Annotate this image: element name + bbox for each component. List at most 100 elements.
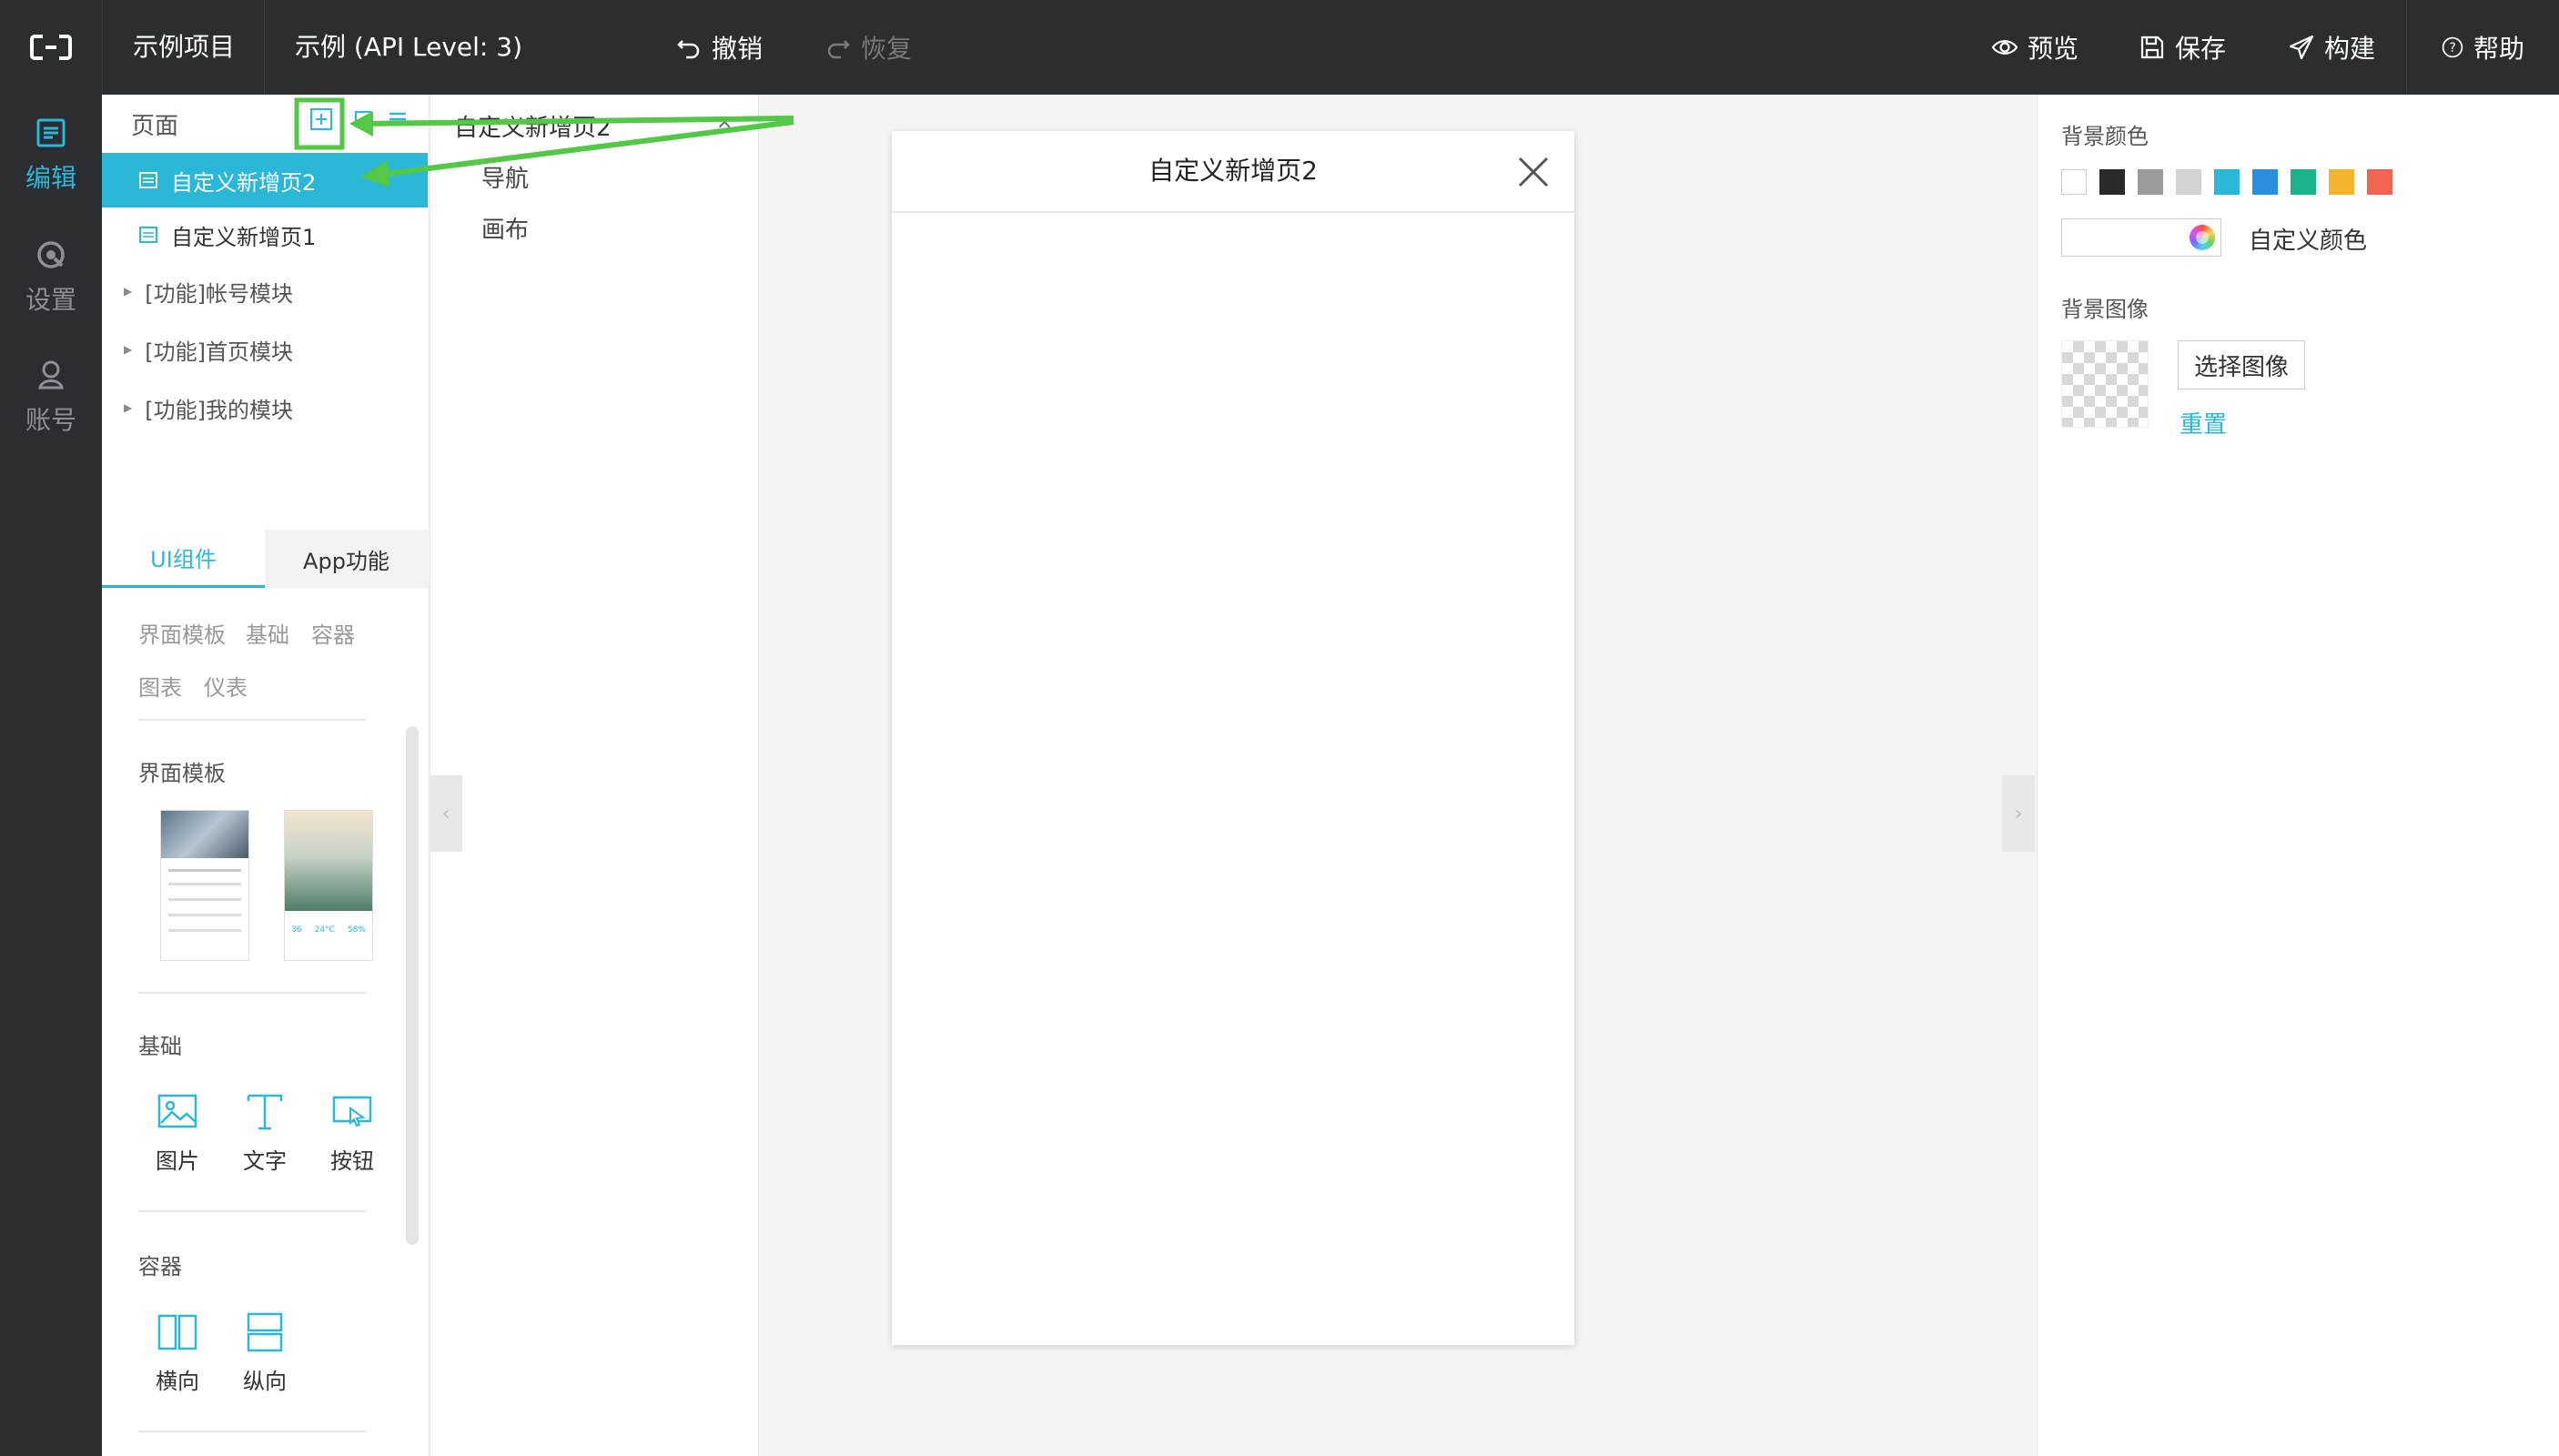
nav-label-account: 账号 (25, 405, 76, 435)
help-label: 帮助 (2473, 34, 2525, 64)
template-thumb-weather[interactable]: 36 24°C 58% (284, 810, 373, 961)
component-label: 图片 (156, 1148, 199, 1174)
custom-color-input[interactable] (2061, 218, 2221, 257)
copy-icon (355, 111, 371, 127)
pages-panel: 页面 自定义新增页2 自定义新增页1 ▶ [功能]帐号模块 ▶ [功能]首页模块… (102, 95, 428, 1456)
custom-color-label: 自定义颜色 (2249, 228, 2368, 255)
redo-label: 恢复 (861, 34, 913, 64)
nav-label-settings: 设置 (25, 285, 76, 315)
nav-item-settings[interactable]: 设置 (0, 238, 102, 317)
page-item-custom-1[interactable]: 自定义新增页1 (102, 207, 428, 262)
page-menu-button[interactable] (386, 107, 410, 131)
text-icon (247, 1094, 283, 1130)
app-title: 示例 (API Level: 3) (295, 32, 523, 62)
bg-image-label: 背景图像 (2061, 297, 2149, 322)
component-label: 纵向 (243, 1369, 287, 1394)
edit-icon (36, 118, 66, 147)
save-label: 保存 (2175, 34, 2227, 64)
preview-button[interactable]: 预览 (1991, 0, 2079, 95)
top-toolbar: 示例项目 示例 (API Level: 3) 撤销 恢复 预览 保存 构建 ? … (0, 0, 2559, 95)
color-swatch[interactable] (2176, 169, 2201, 195)
account-icon (38, 360, 64, 389)
outline-panel: 自定义新增页2 × 导航 画布 (430, 95, 759, 1456)
section-title-templates: 界面模板 (138, 761, 226, 786)
add-page-button[interactable] (308, 106, 335, 133)
page-group-label: [功能]我的模块 (145, 397, 293, 423)
component-label: 横向 (156, 1369, 199, 1394)
expand-arrow-icon: ▶ (124, 343, 133, 356)
svg-text:?: ? (2449, 41, 2455, 56)
choose-image-button[interactable]: 选择图像 (2178, 340, 2305, 389)
build-label: 构建 (2324, 34, 2376, 64)
component-label: 按钮 (330, 1148, 374, 1174)
page-item-custom-2[interactable]: 自定义新增页2 (102, 153, 428, 207)
component-scrollbar[interactable] (406, 726, 419, 1245)
color-swatch[interactable] (2252, 169, 2278, 195)
page-group-home[interactable]: ▶ [功能]首页模块 (124, 322, 293, 377)
phone-canvas[interactable]: 自定义新增页2 (892, 131, 1574, 1345)
component-tabs: UI组件 App功能 (102, 530, 428, 588)
save-button[interactable]: 保存 (2139, 0, 2226, 95)
logo-icon[interactable] (0, 0, 103, 95)
color-swatch[interactable] (2329, 169, 2354, 195)
page-group-label: [功能]首页模块 (145, 339, 293, 365)
component-horizontal[interactable]: 横向 (146, 1310, 209, 1395)
bg-image-preview (2061, 340, 2149, 428)
category-gauges[interactable]: 仪表 (204, 670, 248, 702)
undo-button[interactable]: 撤销 (675, 0, 763, 95)
help-button[interactable]: ? 帮助 (2441, 0, 2524, 95)
category-charts[interactable]: 图表 (138, 670, 182, 702)
collapse-left-handle[interactable]: ‹ (430, 775, 462, 852)
paper-plane-icon (2289, 35, 2314, 60)
copy-page-button[interactable] (351, 107, 375, 131)
build-button[interactable]: 构建 (2288, 0, 2375, 95)
collapse-right-handle[interactable]: › (2002, 775, 2035, 852)
image-icon (157, 1094, 197, 1128)
tab-app-features[interactable]: App功能 (265, 530, 428, 588)
preview-label: 预览 (2028, 34, 2079, 64)
chevron-left-icon: ‹ (441, 802, 450, 825)
page-icon (139, 172, 157, 188)
color-swatch[interactable] (2214, 169, 2240, 195)
nav-item-account[interactable]: 账号 (0, 359, 102, 437)
color-wheel-icon[interactable] (2190, 225, 2215, 250)
eye-icon (1991, 40, 2018, 55)
outline-tab-title[interactable]: 自定义新增页2 (454, 109, 612, 143)
page-group-mine[interactable]: ▶ [功能]我的模块 (124, 380, 293, 435)
vertical-layout-icon (247, 1312, 283, 1352)
page-group-account[interactable]: ▶ [功能]帐号模块 (124, 264, 293, 318)
redo-button[interactable]: 恢复 (824, 0, 912, 95)
page-group-label: [功能]帐号模块 (145, 280, 293, 307)
color-swatch[interactable] (2291, 169, 2316, 195)
component-vertical[interactable]: 纵向 (233, 1310, 297, 1395)
properties-panel: 背景颜色 自定义颜色 背景图像 选择图像 重置 (2037, 95, 2559, 1456)
section-title-container: 容器 (138, 1254, 182, 1279)
list-icon (389, 112, 406, 126)
color-swatch[interactable] (2061, 169, 2087, 195)
reset-link[interactable]: 重置 (2180, 406, 2227, 440)
component-image[interactable]: 图片 (146, 1090, 209, 1175)
color-swatch[interactable] (2138, 169, 2163, 195)
redo-icon (827, 40, 850, 59)
template-thumb-settings[interactable] (160, 810, 249, 961)
color-swatch[interactable] (2099, 169, 2125, 195)
outline-item-canvas[interactable]: 画布 (481, 211, 529, 245)
component-text[interactable]: 文字 (233, 1090, 297, 1175)
component-button[interactable]: 按钮 (320, 1090, 384, 1175)
outline-item-nav[interactable]: 导航 (481, 160, 529, 194)
save-icon (2140, 35, 2164, 59)
project-name[interactable]: 示例项目 (133, 0, 235, 95)
bg-color-label: 背景颜色 (2061, 124, 2149, 149)
nav-item-edit[interactable]: 编辑 (0, 116, 102, 195)
pages-title: 页面 (131, 113, 179, 140)
thumb-value: 24°C (314, 925, 335, 935)
category-templates[interactable]: 界面模板 (138, 617, 226, 649)
color-swatch[interactable] (2367, 169, 2392, 195)
category-basic[interactable]: 基础 (246, 617, 289, 649)
close-icon[interactable] (1516, 155, 1551, 189)
tab-ui-components[interactable]: UI组件 (102, 530, 265, 588)
close-tab-icon[interactable]: × (716, 111, 733, 134)
expand-arrow-icon: ▶ (124, 285, 133, 298)
category-container[interactable]: 容器 (311, 617, 355, 649)
page-item-label: 自定义新增页1 (171, 224, 317, 250)
